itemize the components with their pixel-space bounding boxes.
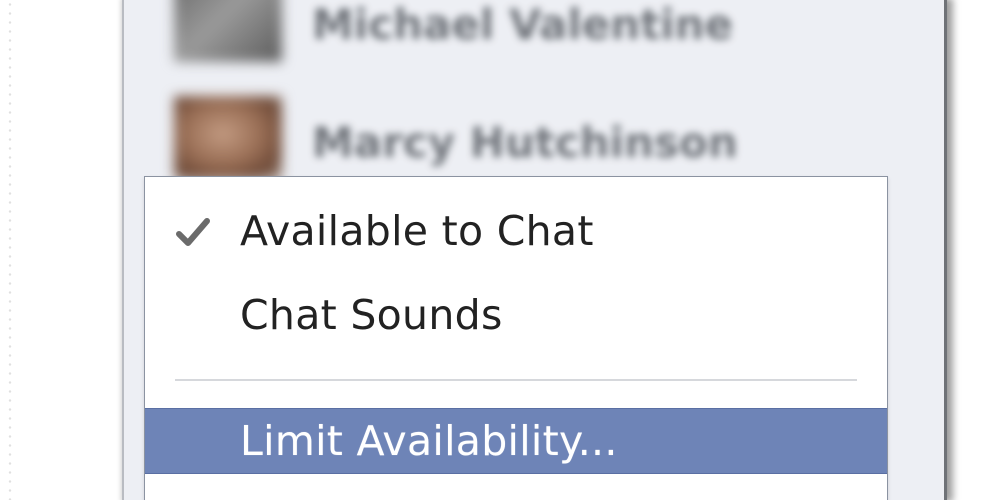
menu-item-available-to-chat[interactable]: Available to Chat — [145, 189, 887, 269]
menu-item-label: Limit Availability... — [240, 417, 618, 465]
menu-item-limit-availability[interactable]: Limit Availability... — [145, 408, 887, 474]
friend-name: Marcy Hutchinson — [312, 118, 738, 167]
avatar — [174, 96, 282, 180]
menu-item-cutoff — [145, 475, 887, 500]
left-dotted-edge — [8, 0, 12, 500]
menu-item-chat-sounds[interactable]: Chat Sounds — [145, 273, 887, 353]
checkmark-icon — [173, 213, 213, 253]
menu-divider — [175, 379, 857, 381]
menu-item-label: Available to Chat — [240, 207, 594, 255]
screenshot-page: Michael Valentine Marcy Hutchinson Avail… — [0, 0, 982, 500]
friend-name: Michael Valentine — [312, 0, 734, 49]
menu-item-label: Chat Sounds — [240, 291, 503, 339]
avatar — [174, 0, 282, 62]
chat-options-menu: Available to Chat Chat Sounds Limit Avai… — [144, 176, 888, 500]
